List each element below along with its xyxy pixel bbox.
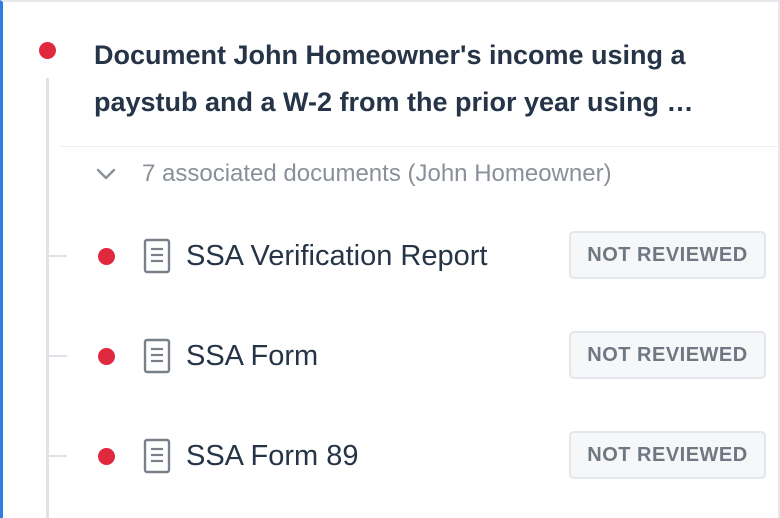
- document-row[interactable]: SSA Verification Report NOT REVIEWED: [0, 228, 780, 284]
- task-title-line-1: Document John Homeowner's income using a: [94, 40, 686, 70]
- document-name[interactable]: SSA Verification Report: [186, 237, 487, 275]
- review-status-badge[interactable]: NOT REVIEWED: [569, 431, 766, 479]
- document-icon: [143, 438, 171, 474]
- review-status-badge[interactable]: NOT REVIEWED: [569, 331, 766, 379]
- document-status-dot: [98, 348, 115, 365]
- document-row[interactable]: SSA Form NOT REVIEWED: [0, 328, 780, 384]
- document-icon: [143, 238, 171, 274]
- timeline-tick: [49, 355, 67, 357]
- task-title[interactable]: Document John Homeowner's income using a…: [94, 32, 754, 126]
- task-status-dot: [39, 42, 56, 59]
- chevron-down-icon: [96, 168, 116, 180]
- associated-documents-label: 7 associated documents (John Homeowner): [142, 160, 612, 187]
- timeline-tick: [49, 455, 67, 457]
- review-status-badge[interactable]: NOT REVIEWED: [569, 231, 766, 279]
- associated-documents-toggle[interactable]: 7 associated documents (John Homeowner): [94, 156, 612, 192]
- document-icon: [143, 338, 171, 374]
- timeline-tick: [49, 255, 67, 257]
- document-status-dot: [98, 248, 115, 265]
- document-name[interactable]: SSA Form: [186, 337, 318, 375]
- document-status-dot: [98, 448, 115, 465]
- divider: [60, 146, 778, 147]
- document-name[interactable]: SSA Form 89: [186, 437, 358, 475]
- task-title-line-2: paystub and a W-2 from the prior year us…: [94, 87, 694, 117]
- document-row[interactable]: SSA Form 89 NOT REVIEWED: [0, 428, 780, 484]
